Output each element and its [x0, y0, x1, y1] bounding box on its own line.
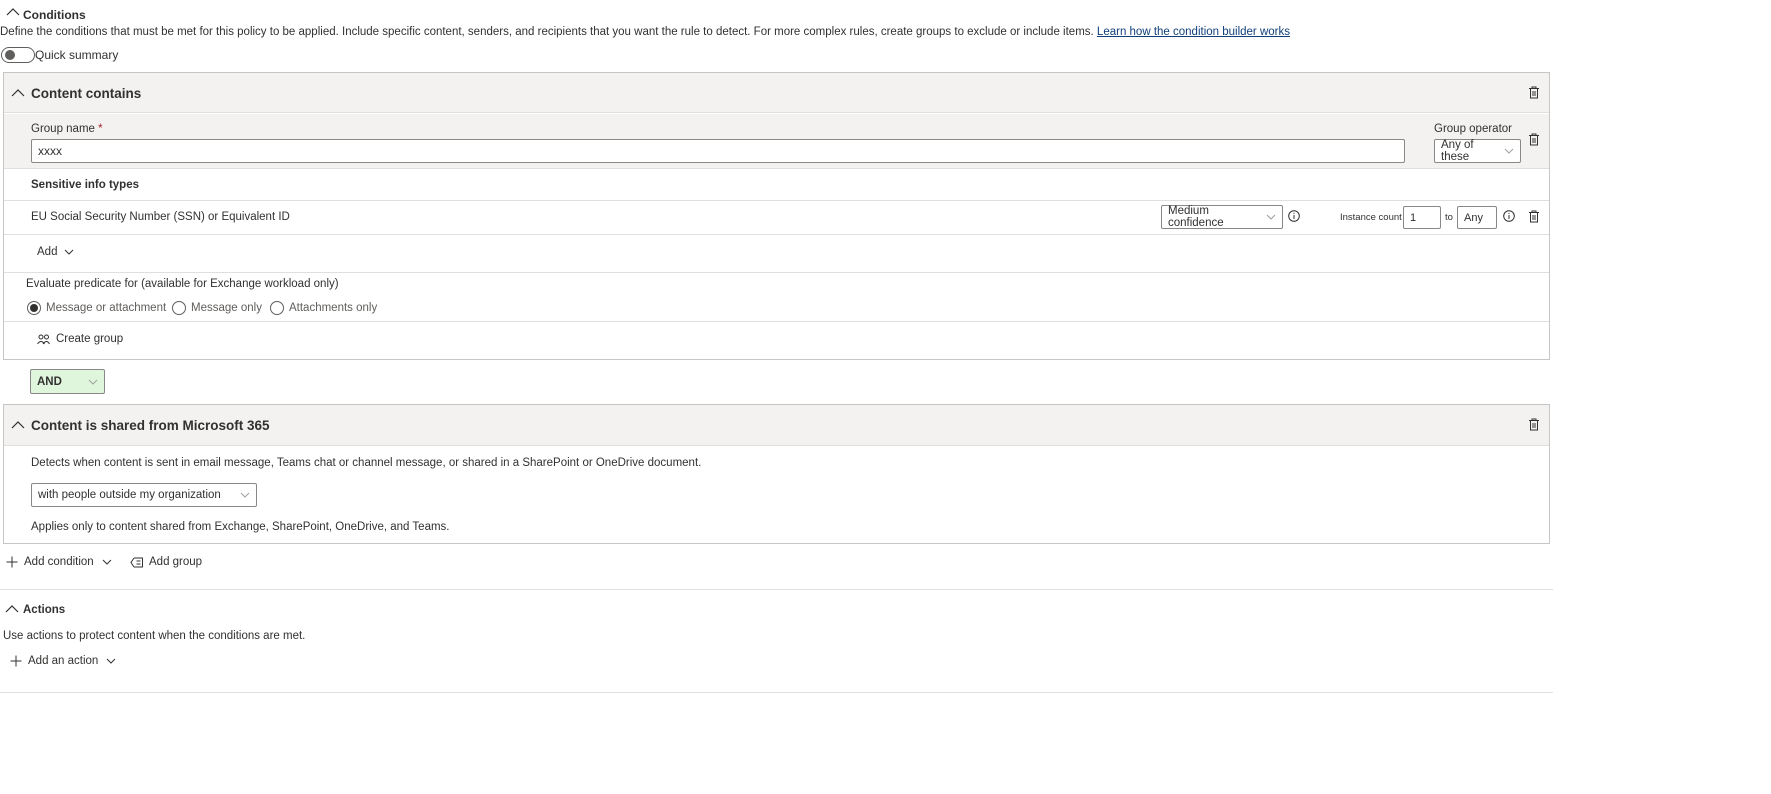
- quick-summary-toggle[interactable]: [1, 47, 35, 63]
- radio-button[interactable]: [172, 301, 186, 315]
- confidence-select[interactable]: Medium confidence: [1161, 205, 1283, 229]
- radio-message-or-attachment[interactable]: Message or attachment: [27, 301, 166, 315]
- delete-group-icon[interactable]: [1528, 133, 1540, 146]
- group-name-input[interactable]: xxxx: [31, 139, 1405, 163]
- group-name-label-text: Group name: [31, 123, 95, 135]
- instance-count-label: Instance count: [1340, 212, 1402, 223]
- content-shared-collapse-icon[interactable]: [11, 420, 25, 430]
- radio-label: Message or attachment: [46, 302, 167, 314]
- instance-info-icon[interactable]: [1503, 210, 1515, 222]
- conditions-title: Conditions: [23, 8, 86, 22]
- add-condition-label: Add condition: [24, 556, 94, 568]
- shared-with-value: with people outside my organization: [38, 489, 221, 501]
- add-group-label: Add group: [149, 556, 203, 568]
- to-label: to: [1445, 212, 1453, 223]
- chevron-down-icon: [1266, 214, 1276, 220]
- sensitive-info-types-header: Sensitive info types: [31, 179, 140, 191]
- plus-icon: [10, 655, 22, 667]
- radio-attachments-only[interactable]: Attachments only: [270, 301, 377, 315]
- chevron-down-icon: [102, 559, 112, 565]
- radio-message-only[interactable]: Message only: [172, 301, 262, 315]
- divider: [0, 692, 1553, 693]
- chevron-down-icon: [1504, 148, 1514, 154]
- content-contains-title: Content contains: [31, 86, 142, 101]
- plus-icon: [6, 556, 18, 568]
- quick-summary-label: Quick summary: [35, 48, 119, 62]
- evaluate-predicate-label: Evaluate predicate for (available for Ex…: [26, 278, 339, 290]
- sit-name: EU Social Security Number (SSN) or Equiv…: [31, 211, 290, 223]
- shared-with-select[interactable]: with people outside my organization: [31, 483, 257, 507]
- delete-content-shared-icon[interactable]: [1528, 418, 1540, 431]
- add-sit-button[interactable]: Add: [37, 246, 74, 258]
- and-operator-select[interactable]: AND: [30, 369, 105, 394]
- group-operator-select[interactable]: Any of these: [1434, 139, 1521, 163]
- conditions-collapse-icon[interactable]: [6, 7, 20, 17]
- add-group-icon: [130, 557, 143, 568]
- confidence-info-icon[interactable]: [1288, 210, 1300, 222]
- actions-collapse-icon[interactable]: [5, 604, 19, 614]
- content-shared-title: Content is shared from Microsoft 365: [31, 418, 270, 433]
- divider: [4, 200, 1549, 201]
- radio-label: Message only: [191, 302, 262, 314]
- radio-button[interactable]: [27, 301, 41, 315]
- group-operator-value: Any of these: [1441, 139, 1474, 163]
- add-action-label: Add an action: [28, 655, 99, 667]
- required-mark: *: [98, 123, 103, 135]
- create-group-button[interactable]: Create group: [37, 333, 123, 345]
- group-operator-label: Group operator: [1434, 123, 1512, 135]
- instance-max-input[interactable]: Any: [1457, 206, 1497, 229]
- actions-title: Actions: [23, 604, 66, 616]
- divider: [4, 321, 1549, 322]
- people-group-icon: [37, 334, 50, 345]
- instance-min-input[interactable]: 1: [1403, 206, 1441, 229]
- conditions-description-text: Define the conditions that must be met f…: [0, 26, 1094, 38]
- conditions-description: Define the conditions that must be met f…: [0, 26, 1290, 38]
- learn-condition-builder-link[interactable]: Learn how the condition builder works: [1097, 26, 1290, 38]
- divider: [4, 168, 1549, 169]
- create-group-label: Create group: [56, 333, 124, 345]
- radio-button[interactable]: [270, 301, 284, 315]
- chevron-down-icon: [64, 249, 74, 255]
- add-condition-button[interactable]: Add condition: [6, 556, 112, 568]
- add-group-button[interactable]: Add group: [130, 556, 202, 568]
- divider: [4, 272, 1549, 273]
- group-name-label: Group name *: [31, 123, 103, 135]
- radio-label: Attachments only: [289, 302, 378, 314]
- operator-value: AND: [37, 375, 62, 388]
- divider: [4, 234, 1549, 235]
- chevron-down-icon: [106, 658, 116, 664]
- divider: [0, 589, 1553, 590]
- actions-description: Use actions to protect content when the …: [3, 630, 306, 642]
- content-contains-collapse-icon[interactable]: [11, 88, 25, 98]
- chevron-down-icon: [88, 379, 98, 385]
- delete-sit-icon[interactable]: [1528, 210, 1540, 223]
- add-action-button[interactable]: Add an action: [10, 655, 116, 667]
- content-shared-description: Detects when content is sent in email me…: [31, 457, 702, 469]
- confidence-value: Medium confidence: [1168, 205, 1224, 229]
- content-contains-header: [4, 73, 1549, 113]
- delete-content-contains-icon[interactable]: [1528, 86, 1540, 99]
- add-label: Add: [37, 246, 58, 258]
- content-shared-note: Applies only to content shared from Exch…: [31, 521, 450, 533]
- chevron-down-icon: [240, 492, 250, 498]
